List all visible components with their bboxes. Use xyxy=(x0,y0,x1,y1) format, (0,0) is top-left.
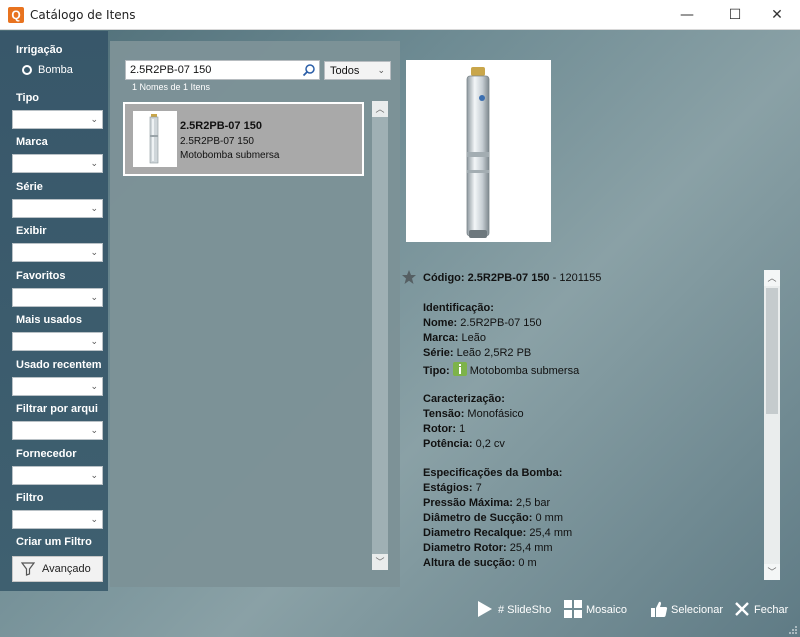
title-bar: Q Catálogo de Itens — ☐ ✕ xyxy=(0,0,800,30)
usado-recentemente-select[interactable]: ⌄ xyxy=(12,377,103,396)
results-scrollbar[interactable]: ︿ ﹀ xyxy=(372,101,388,570)
chevron-down-icon: ⌄ xyxy=(90,336,98,346)
detail-tensao: Tensão: Monofásico xyxy=(423,408,524,420)
result-count: 1 Nomes de 1 Itens xyxy=(132,82,211,92)
detail-serie: Série: Leão 2,5R2 PB xyxy=(423,347,532,359)
slideshow-label: # SlideSho xyxy=(498,604,552,616)
chevron-down-icon: ⌄ xyxy=(90,292,98,302)
chevron-down-icon: ⌄ xyxy=(377,65,385,75)
detail-nome: Nome: 2.5R2PB-07 150 xyxy=(423,317,542,329)
codigo-suffix: - 1201155 xyxy=(552,272,602,284)
marca-select[interactable]: ⌄ xyxy=(12,154,103,173)
tipo-pump-icon xyxy=(452,362,467,376)
chevron-down-icon: ⌄ xyxy=(90,470,98,480)
search-scope-select[interactable]: Todos ⌄ xyxy=(324,61,391,80)
search-icon[interactable] xyxy=(302,63,316,77)
scroll-up-arrow-icon[interactable]: ︿ xyxy=(372,101,388,117)
mosaico-label: Mosaico xyxy=(586,604,627,616)
fechar-label: Fechar xyxy=(754,604,789,616)
advanced-button-label: Avançado xyxy=(42,563,91,575)
filter-label-tipo: Tipo xyxy=(16,92,40,104)
codigo-value: 2.5R2PB-07 150 xyxy=(467,272,550,284)
detail-diametro-rotor: Diametro Rotor: 25,4 mm xyxy=(423,542,553,554)
play-icon xyxy=(478,601,492,617)
advanced-filter-button[interactable]: Avançado xyxy=(12,556,103,582)
filter-label-marca: Marca xyxy=(16,136,48,148)
detail-pressao: Pressão Máxima: 2,5 bar xyxy=(423,497,551,509)
bomba-radio[interactable] xyxy=(22,65,32,75)
pump-thumbnail-icon xyxy=(149,114,159,164)
thumbs-up-icon xyxy=(651,601,668,617)
minimize-button[interactable]: — xyxy=(664,0,710,30)
tipo-select[interactable]: ⌄ xyxy=(12,110,103,129)
codigo-label: Código: xyxy=(423,272,465,284)
filter-label-fornecedor: Fornecedor xyxy=(16,448,77,460)
filter-sidebar: Irrigação Bomba Tipo ⌄ Marca ⌄ Série ⌄ E… xyxy=(0,31,108,591)
category-heading: Irrigação xyxy=(16,44,63,56)
detail-estagios: Estágios: 7 xyxy=(423,482,482,494)
search-input-value: 2.5R2PB-07 150 xyxy=(130,64,212,76)
filter-label-serie: Série xyxy=(16,181,43,193)
detail-marca: Marca: Leão xyxy=(423,332,487,344)
result-item[interactable]: 2.5R2PB-07 150 2.5R2PB-07 150 Motobomba … xyxy=(123,102,364,176)
result-thumbnail xyxy=(133,111,177,167)
chevron-down-icon: ⌄ xyxy=(90,514,98,524)
chevron-down-icon: ⌄ xyxy=(90,203,98,213)
especificacoes-heading: Especificações da Bomba: xyxy=(423,467,563,479)
create-filter-label[interactable]: Criar um Filtro xyxy=(16,536,108,548)
result-item-code: 2.5R2PB-07 150 xyxy=(180,136,254,147)
filter-label-usado-recentemente: Usado recentem xyxy=(16,359,102,371)
grid-icon xyxy=(564,600,582,618)
pump-image-icon xyxy=(466,67,490,238)
bomba-radio-label[interactable]: Bomba xyxy=(38,64,73,76)
mais-usados-select[interactable]: ⌄ xyxy=(12,332,103,351)
detail-altura-succao: Altura de sucção: 0 m xyxy=(423,557,537,569)
scroll-thumb[interactable] xyxy=(766,288,778,414)
favorite-star-icon[interactable] xyxy=(401,269,417,285)
maximize-button[interactable]: ☐ xyxy=(712,0,758,30)
app-logo-icon: Q xyxy=(8,7,24,23)
favoritos-select[interactable]: ⌄ xyxy=(12,288,103,307)
chevron-down-icon: ⌄ xyxy=(90,114,98,124)
exibir-select[interactable]: ⌄ xyxy=(12,243,103,262)
caracterizacao-heading: Caracterização: xyxy=(423,393,505,405)
filter-label-mais-usados: Mais usados xyxy=(16,314,83,326)
chevron-down-icon: ⌄ xyxy=(90,247,98,257)
close-icon xyxy=(735,602,749,616)
search-scope-value: Todos xyxy=(330,65,360,77)
search-input[interactable]: 2.5R2PB-07 150 xyxy=(125,60,320,80)
scroll-down-arrow-icon[interactable]: ﹀ xyxy=(764,564,780,580)
filter-label-favoritos: Favoritos xyxy=(16,270,66,282)
funnel-icon xyxy=(21,562,35,576)
chevron-down-icon: ⌄ xyxy=(90,425,98,435)
chevron-down-icon: ⌄ xyxy=(90,158,98,168)
filter-label-exibir: Exibir xyxy=(16,225,47,237)
detail-diametro-succao: Diâmetro de Sucção: 0 mm xyxy=(423,512,563,524)
filtrar-por-arquivo-select[interactable]: ⌄ xyxy=(12,421,103,440)
details-scrollbar[interactable]: ︿ ﹀ xyxy=(764,270,780,580)
resize-grip-icon[interactable] xyxy=(788,625,798,635)
identificacao-heading: Identificação: xyxy=(423,302,494,314)
detail-tipo: Tipo: Motobomba submersa xyxy=(423,362,579,377)
filter-label-filtrar-por-arquivo: Filtrar por arqui xyxy=(16,403,98,415)
close-window-button[interactable]: ✕ xyxy=(754,0,800,30)
scroll-up-arrow-icon[interactable]: ︿ xyxy=(764,270,780,286)
product-image xyxy=(406,60,551,242)
filtro-select[interactable]: ⌄ xyxy=(12,510,103,529)
detail-rotor: Rotor: 1 xyxy=(423,423,466,435)
window-title: Catálogo de Itens xyxy=(30,8,136,22)
detail-diametro-recalque: Diametro Recalque: 25,4 mm xyxy=(423,527,573,539)
selecionar-label: Selecionar xyxy=(671,604,723,616)
detail-codigo: Código: 2.5R2PB-07 150 - 1201155 xyxy=(423,272,601,284)
detail-potencia: Potência: 0,2 cv xyxy=(423,438,505,450)
scroll-down-arrow-icon[interactable]: ﹀ xyxy=(372,554,388,570)
serie-select[interactable]: ⌄ xyxy=(12,199,103,218)
fornecedor-select[interactable]: ⌄ xyxy=(12,466,103,485)
filter-label-filtro: Filtro xyxy=(16,492,44,504)
chevron-down-icon: ⌄ xyxy=(90,381,98,391)
result-item-title: 2.5R2PB-07 150 xyxy=(180,120,262,132)
result-item-description: Motobomba submersa xyxy=(180,150,280,161)
